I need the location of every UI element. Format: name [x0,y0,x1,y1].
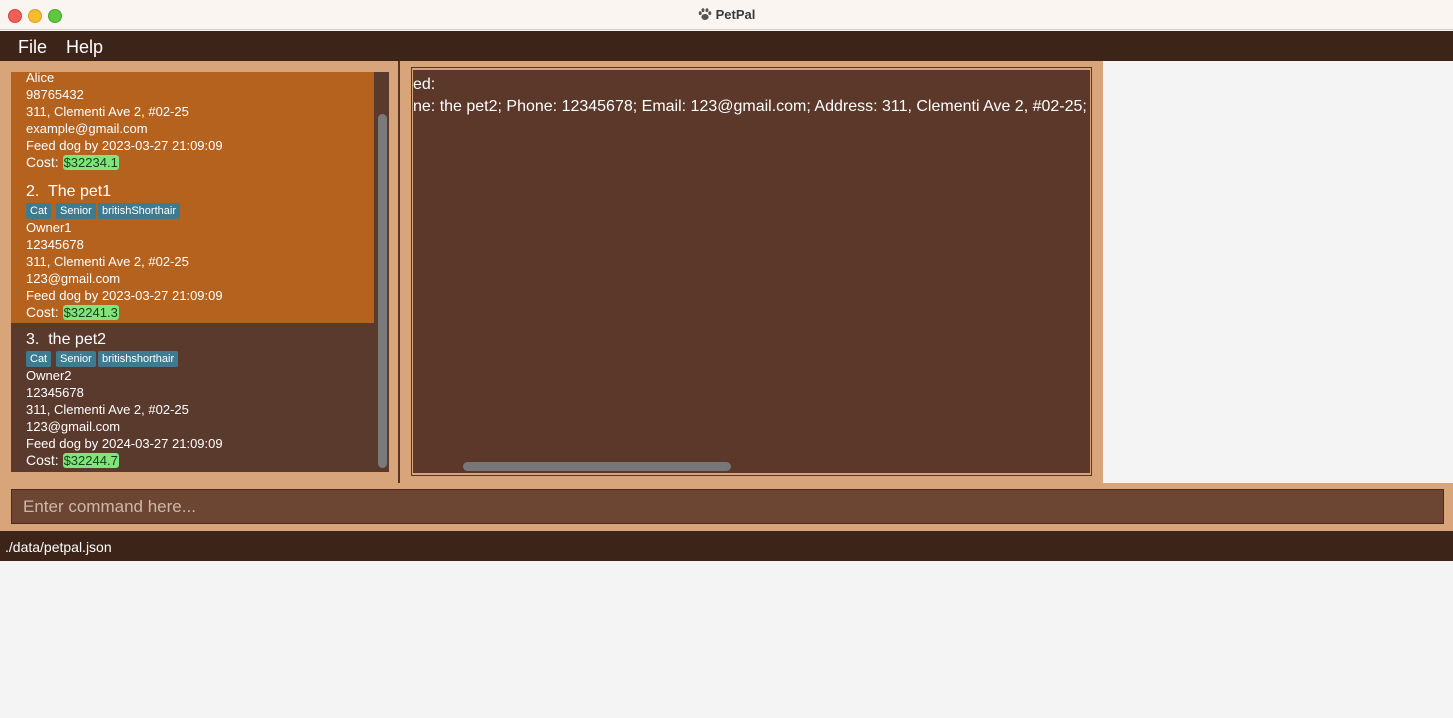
pet-email: example@gmail.com [26,121,148,136]
pet-reminder: Feed dog by 2023-03-27 21:09:09 [26,288,223,303]
pet-reminder: Feed dog by 2023-03-27 21:09:09 [26,138,223,153]
main-area: Alice 98765432 311, Clementi Ave 2, #02-… [0,61,1103,483]
pet-email: 123@gmail.com [26,271,121,286]
pet-address: 311, Clementi Ave 2, #02-25 [26,402,189,417]
pet-owner: Owner1 [26,220,72,235]
pet-owner: Owner2 [26,368,72,383]
pet-address: 311, Clementi Ave 2, #02-25 [26,254,189,269]
cost-value-badge: $32241.3 [62,305,119,320]
pet-index: 3. [26,331,40,348]
pet-list-scroll-thumb[interactable] [378,114,387,468]
tag-label: Senior [56,203,96,219]
window-titlebar: PetPal [0,0,1453,30]
cost-label: Cost: [26,452,59,468]
cost-label: Cost: [26,304,59,320]
status-bar: ./data/petpal.json [0,531,1453,561]
result-line-2: ne: the pet2; Phone: 12345678; Email: 12… [413,98,1087,115]
pet-owner: Alice [26,72,55,85]
pet-email: 123@gmail.com [26,419,121,434]
pet-list-scrollbar[interactable] [374,72,389,472]
pet-title: 3. the pet2 [26,331,106,349]
result-horizontal-scrollbar[interactable] [413,460,1090,473]
window-title: PetPal [715,7,756,22]
command-input[interactable] [11,489,1444,524]
tag-label: britishshorthair [98,351,179,367]
result-text-area[interactable]: ed: ne: the pet2; Phone: 12345678; Email… [413,70,1090,460]
pet-cost: Cost: $32244.7 [26,452,119,468]
pet-address: 311, Clementi Ave 2, #02-25 [26,104,189,119]
pet-card-2[interactable]: 2. The pet1 Cat Senior britishShorthair … [11,175,374,323]
pet-index: 2. [26,183,40,200]
pet-name: the pet2 [48,331,107,348]
result-display: ed: ne: the pet2; Phone: 12345678; Email… [411,67,1092,476]
tag-label: Cat [26,203,52,219]
menu-help[interactable]: Help [66,37,103,58]
cost-value-badge: $32244.7 [62,453,119,468]
command-box [0,483,1453,531]
paw-icon [698,8,711,20]
result-scroll-thumb[interactable] [463,462,731,471]
result-line-1: ed: [413,76,436,93]
window-title-container: PetPal [0,7,1453,22]
pet-title: 2. The pet1 [26,183,111,201]
pet-cost: Cost: $32241.3 [26,304,119,320]
pet-list-panel: Alice 98765432 311, Clementi Ave 2, #02-… [0,61,400,483]
pet-phone: 12345678 [26,385,84,400]
tag-label: britishShorthair [98,203,180,219]
tag-label: Senior [56,351,96,367]
pet-phone: 98765432 [26,87,84,102]
pet-card-1[interactable]: Alice 98765432 311, Clementi Ave 2, #02-… [11,72,374,175]
cost-value-badge: $32234.1 [62,155,119,170]
tag-label: Cat [26,351,52,367]
cost-label: Cost: [26,154,59,170]
menu-file[interactable]: File [18,37,47,58]
menu-bar: File Help [0,31,1453,61]
pet-phone: 12345678 [26,237,84,252]
pet-cost: Cost: $32234.1 [26,154,119,170]
pet-list[interactable]: Alice 98765432 311, Clementi Ave 2, #02-… [11,72,389,472]
pet-name: The pet1 [47,183,112,200]
pet-card-3[interactable]: 3. the pet2 Cat Senior britishshorthair … [11,323,374,472]
save-location-path: ./data/petpal.json [5,539,112,555]
pet-reminder: Feed dog by 2024-03-27 21:09:09 [26,436,223,451]
